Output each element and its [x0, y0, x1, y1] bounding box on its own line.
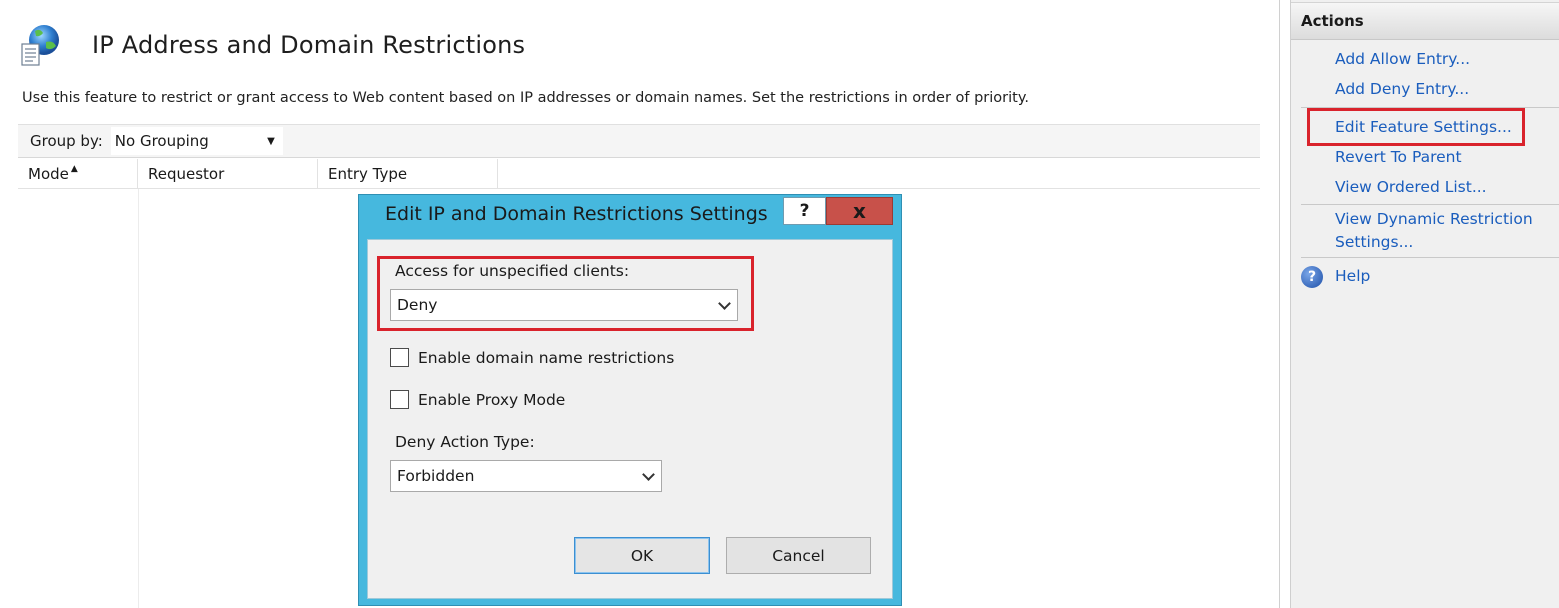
chevron-down-icon [642, 467, 655, 481]
deny-action-type-value: Forbidden [397, 467, 475, 485]
feature-description: Use this feature to restrict or grant ac… [22, 90, 1029, 106]
close-icon: x [853, 199, 866, 223]
actions-separator [1301, 204, 1559, 205]
dropdown-arrow-icon: ▼ [267, 135, 275, 147]
actions-separator [1301, 257, 1559, 258]
deny-action-type-label: Deny Action Type: [395, 433, 535, 451]
ok-button[interactable]: OK [574, 537, 710, 574]
highlight-edit-feature-settings [1307, 108, 1525, 146]
title-row: IP Address and Domain Restrictions [18, 20, 525, 70]
dialog-title: Edit IP and Domain Restrictions Settings [385, 203, 768, 225]
cancel-button[interactable]: Cancel [726, 537, 871, 574]
view-dynamic-restriction-settings-link-line2[interactable]: Settings... [1335, 231, 1413, 254]
actions-pane: Actions Add Allow Entry... Add Deny Entr… [1290, 0, 1559, 608]
group-by-label: Group by: [30, 132, 103, 150]
group-by-bar: Group by: No Grouping ▼ [18, 124, 1260, 158]
domain-restrictions-checkbox[interactable] [390, 348, 409, 367]
view-ordered-list-link[interactable]: View Ordered List... [1335, 176, 1487, 199]
column-header-requestor[interactable]: Requestor [138, 159, 318, 189]
dialog-close-button[interactable]: x [826, 197, 893, 225]
domain-restrictions-label[interactable]: Enable domain name restrictions [418, 349, 674, 367]
globe-document-icon [18, 22, 64, 68]
question-mark-icon: ? [799, 201, 810, 221]
grid-column-divider [138, 189, 139, 608]
revert-to-parent-link[interactable]: Revert To Parent [1335, 146, 1462, 169]
highlight-access-unspecified [377, 256, 754, 331]
column-header-row: Mode ▲ Requestor Entry Type [18, 159, 1260, 189]
group-by-dropdown[interactable]: No Grouping ▼ [110, 127, 283, 155]
group-by-value: No Grouping [114, 132, 209, 150]
help-link[interactable]: Help [1335, 265, 1370, 288]
page-title: IP Address and Domain Restrictions [92, 31, 526, 59]
sort-ascending-icon: ▲ [70, 164, 78, 174]
add-deny-entry-link[interactable]: Add Deny Entry... [1335, 78, 1469, 101]
add-allow-entry-link[interactable]: Add Allow Entry... [1335, 48, 1470, 71]
column-header-entry-type[interactable]: Entry Type [318, 159, 498, 189]
deny-action-type-select[interactable]: Forbidden [390, 460, 662, 492]
proxy-mode-label[interactable]: Enable Proxy Mode [418, 391, 565, 409]
help-icon[interactable]: ? [1301, 266, 1323, 288]
view-dynamic-restriction-settings-link[interactable]: View Dynamic Restriction [1335, 208, 1533, 231]
proxy-mode-checkbox[interactable] [390, 390, 409, 409]
dialog-help-button[interactable]: ? [783, 197, 826, 225]
actions-header: Actions [1291, 2, 1559, 40]
column-header-mode[interactable]: Mode ▲ [18, 159, 138, 189]
